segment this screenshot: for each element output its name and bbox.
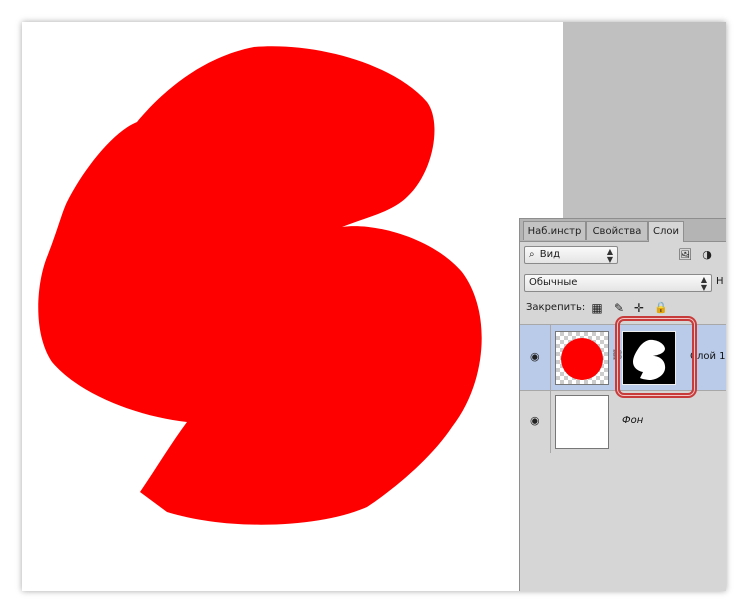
lock-image-pixels-brush-icon[interactable]: ✎	[612, 301, 626, 315]
layer-filter-dropdown[interactable]: ⌕ Вид ▲ ▼	[524, 246, 618, 264]
updown-arrows-icon: ▲ ▼	[606, 247, 613, 264]
lock-all-icon[interactable]: 🔒	[654, 301, 668, 315]
panel-tabstrip: Наб.инстр Свойства Слои	[520, 219, 726, 242]
tab-layers[interactable]: Слои	[648, 221, 684, 242]
layer-name-layer1[interactable]: Слой 1	[690, 351, 726, 362]
red-brush-shape	[38, 46, 482, 525]
blend-mode-dropdown[interactable]: Обычные ▲ ▼	[524, 274, 712, 292]
layer-name-background[interactable]: Фон	[622, 415, 643, 426]
lock-position-move-icon[interactable]: ✛	[632, 301, 646, 315]
layers-panel: Наб.инстр Свойства Слои ⌕ Вид ▲ ▼ 🖼 ◑ Обы…	[519, 218, 726, 591]
red-circle-thumbnail-icon	[561, 338, 603, 380]
lock-transparent-pixels-icon[interactable]: ▦	[590, 301, 604, 315]
photoshop-workspace: Наб.инстр Свойства Слои ⌕ Вид ▲ ▼ 🖼 ◑ Обы…	[22, 22, 726, 591]
updown-arrows-icon: ▲ ▼	[700, 275, 707, 292]
lock-row: Закрепить:	[526, 300, 585, 316]
visibility-eye-icon[interactable]: ◉	[530, 351, 544, 362]
layer-row-background[interactable]: ◉ Фон	[520, 390, 726, 453]
filter-kind-label: Вид	[539, 249, 561, 260]
layer-thumbnail[interactable]	[555, 331, 609, 385]
mask-highlight-outline	[618, 319, 694, 395]
tab-properties[interactable]: Свойства	[586, 221, 648, 240]
adjustment-filter-icon[interactable]: ◑	[700, 248, 714, 262]
image-filter-icon[interactable]: 🖼	[678, 248, 692, 262]
document-canvas[interactable]	[22, 22, 563, 591]
tab-tool-presets[interactable]: Наб.инстр	[523, 221, 586, 240]
background-thumbnail[interactable]	[555, 395, 609, 449]
search-icon: ⌕	[529, 249, 535, 260]
visibility-eye-icon[interactable]: ◉	[530, 415, 544, 426]
blend-mode-label: Обычные	[529, 277, 578, 288]
opacity-label: Н	[716, 276, 724, 287]
lock-label: Закрепить:	[526, 302, 586, 313]
